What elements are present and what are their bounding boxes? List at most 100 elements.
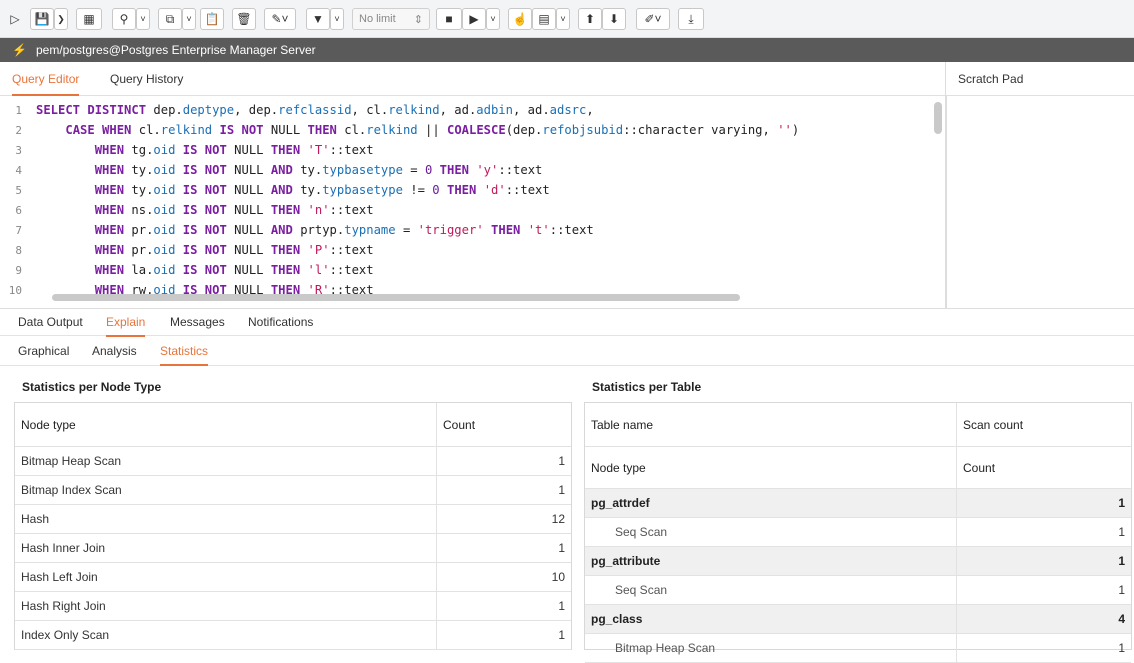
code-text: WHEN ns.oid IS NOT NULL THEN 'n'::text [94,203,374,217]
grid-icon: ▦ [83,12,95,26]
table-row[interactable]: Hash Inner Join 1 [15,534,571,563]
line-number: 6 [15,204,22,217]
table-row[interactable]: Bitmap Heap Scan 1 [15,447,571,476]
line-number: 2 [15,124,22,137]
line-number: 4 [15,164,22,177]
tab-notifications[interactable]: Notifications [248,309,313,337]
count-cell: 1 [1118,554,1125,568]
table-name-cell: pg_class [585,605,957,633]
download-button[interactable]: ⤓ [678,8,704,30]
column-header-node-type[interactable]: Node type [15,403,437,446]
count-cell: 1 [558,541,565,555]
chevron-down-icon: ˅ [334,14,340,24]
column-header-table-name[interactable]: Table name [585,403,957,446]
node-stats-table: Node type Count Bitmap Heap Scan 1 Bitmap In… [14,402,572,650]
filter-dropdown-button[interactable]: ˅ [330,8,344,30]
code-line: 1 SELECT DISTINCT dep.deptype, dep.refcla… [0,100,930,120]
table-group-row[interactable]: pg_class 4 [585,605,1131,634]
table-row[interactable]: Index Only Scan 1 [15,621,571,650]
code-line: 7 WHEN pr.oid IS NOT NULL AND prtyp.typn… [0,220,930,240]
node-type-cell: Bitmap Index Scan [15,476,437,504]
connection-label: pem/postgres@Postgres Enterprise Manager… [36,43,316,57]
editor-horizontal-scrollbar[interactable] [52,294,740,301]
connection-status-icon[interactable]: ⚡ [12,43,28,57]
sql-editor[interactable]: 1 SELECT DISTINCT dep.deptype, dep.refcla… [0,96,946,308]
commit-button[interactable]: ⬆ [578,8,602,30]
execute-button[interactable]: ▶ [462,8,486,30]
line-number: 9 [15,264,22,277]
column-header-node-type: Node type [585,447,957,488]
hand-icon: ☝ [512,12,528,26]
tab-messages[interactable]: Messages [170,309,225,337]
execute-dropdown-button[interactable]: ˅ [486,8,500,30]
code-text: CASE WHEN cl.relkind IS NOT NULL THEN cl… [65,123,800,137]
node-type-cell: Hash [15,505,437,533]
line-number: 7 [15,224,22,237]
table-row[interactable]: Seq Scan 1 [585,518,1131,547]
code-line: 6 WHEN ns.oid IS NOT NULL THEN 'n'::text [0,200,930,220]
table-row[interactable]: Hash Right Join 1 [15,592,571,621]
row-limit-select[interactable]: No limit ⇕ [352,8,430,30]
explain-button[interactable]: ☝ [508,8,532,30]
count-cell: 1 [1118,496,1125,510]
clear-dropdown-button[interactable]: ✐˅ [636,8,670,30]
copy-dropdown-button[interactable]: ˅ [182,8,196,30]
result-tabs: Data Output Explain Messages Notificatio… [0,308,1134,337]
line-number: 5 [15,184,22,197]
tab-query-editor[interactable]: Query Editor [12,62,80,96]
count-cell: 1 [1118,641,1125,655]
table-group-row[interactable]: pg_attribute 1 [585,547,1131,576]
column-header-count: Count [963,460,996,475]
table-row[interactable]: Hash 12 [15,505,571,534]
table-stats-table: Table name Scan count Node type Count pg_att… [584,402,1132,663]
tab-statistics[interactable]: Statistics [160,336,209,366]
tab-analysis[interactable]: Analysis [92,336,137,366]
code-line: 8 WHEN pr.oid IS NOT NULL THEN 'P'::text [0,240,930,260]
code-text: WHEN ty.oid IS NOT NULL AND ty.typbasety… [94,183,550,197]
play-icon: ▶ [469,12,479,26]
stop-icon: ■ [445,12,453,26]
filter-icon: ▼ [312,12,324,26]
row-limit-value: No limit [359,13,396,25]
tab-explain[interactable]: Explain [106,309,146,337]
paste-button[interactable]: 📋 [200,8,224,30]
find-button[interactable]: ⚲ [112,8,136,30]
commit-icon: ⬆ [584,12,596,26]
tab-data-output[interactable]: Data Output [18,309,83,337]
open-file-button[interactable]: ▷ [4,8,26,30]
save-dropdown-button[interactable]: ❯ [54,8,68,30]
table-row[interactable]: Seq Scan 1 [585,576,1131,605]
table-group-row[interactable]: pg_attrdef 1 [585,489,1131,518]
explain-tabs: Graphical Analysis Statistics [0,336,1134,366]
save-button[interactable]: 💾 [30,8,54,30]
stop-button[interactable]: ■ [436,8,462,30]
code-text: WHEN tg.oid IS NOT NULL THEN 'T'::text [94,143,374,157]
tab-query-history[interactable]: Query History [110,62,183,96]
save-icon: 💾 [34,12,50,26]
edit-grid-button[interactable]: ▦ [76,8,102,30]
node-type-cell: Hash Left Join [15,563,437,591]
chevron-down-icon: ˅ [186,14,192,24]
table-icon: ▤ [538,12,550,26]
explain-analyze-button[interactable]: ▤ [532,8,556,30]
edit-dropdown-button[interactable]: ✎˅ [264,8,296,30]
copy-button[interactable]: ⧉ [158,8,182,30]
column-header-count[interactable]: Count [437,403,571,446]
editor-vertical-scrollbar[interactable] [934,102,942,134]
code-text: WHEN ty.oid IS NOT NULL AND ty.typbasety… [94,163,543,177]
delete-button[interactable]: 🗑 [232,8,256,30]
eraser-icon: ✐˅ [644,12,662,26]
rollback-button[interactable]: ⬇ [602,8,626,30]
filter-button[interactable]: ▼ [306,8,330,30]
count-cell: 1 [558,483,565,497]
tab-graphical[interactable]: Graphical [18,336,69,366]
find-dropdown-button[interactable]: ˅ [136,8,150,30]
search-icon: ⚲ [119,12,129,26]
connection-bar: ⚡ pem/postgres@Postgres Enterprise Manag… [0,38,1134,62]
table-row[interactable]: Hash Left Join 10 [15,563,571,592]
table-row[interactable]: Bitmap Index Scan 1 [15,476,571,505]
table-row[interactable]: Bitmap Heap Scan 1 [585,634,1131,663]
column-header-scan-count[interactable]: Scan count [957,403,1131,446]
scratch-pad-textarea[interactable] [946,96,1134,308]
explain-dropdown-button[interactable]: ˅ [556,8,570,30]
